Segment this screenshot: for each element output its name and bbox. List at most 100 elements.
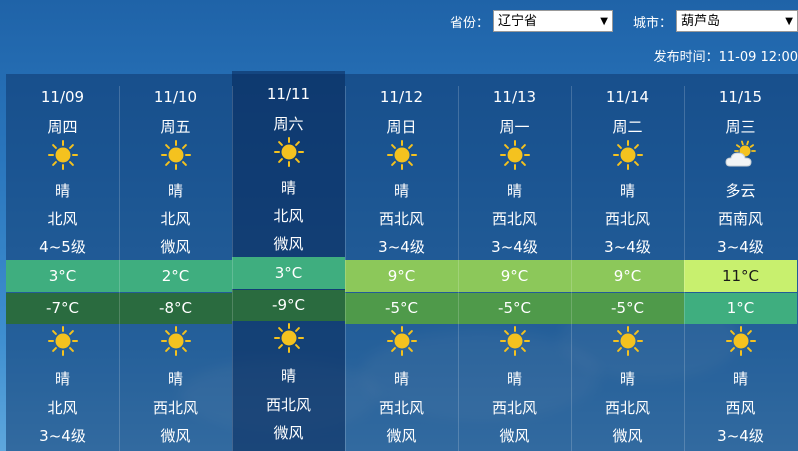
city-select[interactable]: 葫芦岛 ▼: [676, 10, 798, 32]
day-wind-direction: 北风: [273, 207, 304, 225]
day-wind-level: 4~5级: [39, 238, 86, 256]
night-wind-direction: 西北风: [604, 399, 650, 417]
weekday: 周一: [499, 118, 530, 136]
day-column: 11/12 周日晴西北风 3~4级 9°C -5°C 晴西北风 微风: [345, 74, 458, 451]
day-wind-level: 微风: [160, 238, 191, 256]
partly-cloudy-icon: [684, 140, 797, 170]
day-wind-direction: 西南风: [717, 210, 763, 228]
forecast-date: 11/13: [492, 88, 537, 106]
publish-time: 发布时间：11-09 12:00: [653, 50, 798, 65]
night-weather-desc: 晴: [167, 370, 183, 388]
low-temperature: -5°C: [345, 293, 458, 324]
sun-icon: [119, 326, 232, 356]
city-label: 城市：: [632, 15, 672, 31]
column-divider: [119, 86, 120, 451]
forecast-date: 11/09: [40, 88, 85, 106]
weekday: 周四: [47, 118, 78, 136]
forecast-date: 11/12: [379, 88, 424, 106]
sun-icon: [345, 326, 458, 356]
location-selector: 省份： 辽宁省 ▼ 城市： 葫芦岛 ▼: [450, 8, 798, 34]
day-weather-desc: 晴: [506, 182, 522, 200]
province-label: 省份：: [449, 15, 489, 31]
day-wind-level: 微风: [273, 235, 304, 253]
low-temperature: -7°C: [6, 293, 119, 324]
high-temperature: 2°C: [119, 260, 232, 292]
day-weather-desc: 晴: [619, 182, 635, 200]
night-wind-direction: 西风: [725, 399, 756, 417]
sun-icon: [684, 326, 797, 356]
night-wind-level: 3~4级: [39, 427, 86, 445]
night-wind-direction: 西北风: [265, 396, 311, 414]
low-temperature: -8°C: [119, 293, 232, 324]
day-wind-direction: 北风: [160, 210, 191, 228]
day-column: 11/10 周五晴北风 微风 2°C -8°C 晴西北风 微风: [119, 74, 232, 451]
day-weather-desc: 多云: [725, 182, 756, 200]
forecast-date: 11/15: [718, 88, 763, 106]
forecast-date: 11/11: [266, 85, 311, 103]
night-weather-desc: 晴: [506, 370, 522, 388]
day-column: 11/15 周三 多云西南风 3~4级 11°C 1°C 晴西风 3~4级: [684, 74, 797, 451]
sun-icon: [571, 326, 684, 356]
city-value: 葫芦岛: [681, 14, 721, 29]
night-wind-direction: 西北风: [378, 399, 424, 417]
sun-icon: [119, 140, 232, 170]
sun-icon: [232, 137, 345, 167]
weekday: 周六: [273, 115, 304, 133]
night-wind-direction: 北风: [47, 399, 78, 417]
province-select[interactable]: 辽宁省 ▼: [492, 10, 613, 32]
day-wind-direction: 西北风: [378, 210, 424, 228]
night-wind-level: 微风: [273, 424, 304, 442]
night-weather-desc: 晴: [732, 370, 748, 388]
day-weather-desc: 晴: [393, 182, 409, 200]
dropdown-arrow-icon: ▼: [600, 16, 608, 27]
sun-icon: [571, 140, 684, 170]
forecast-date: 11/14: [605, 88, 650, 106]
low-temperature: -5°C: [458, 293, 571, 324]
sun-icon: [6, 326, 119, 356]
forecast-date: 11/10: [153, 88, 198, 106]
high-temperature: 11°C: [684, 260, 797, 292]
day-wind-level: 3~4级: [604, 238, 651, 256]
night-weather-desc: 晴: [619, 370, 635, 388]
high-temperature: 9°C: [458, 260, 571, 292]
night-wind-level: 微风: [612, 427, 643, 445]
night-weather-desc: 晴: [54, 370, 70, 388]
night-weather-desc: 晴: [280, 367, 296, 385]
day-column: 11/09 周四晴北风 4~5级 3°C -7°C 晴北风 3~4级: [6, 74, 119, 451]
low-temperature: -9°C: [232, 290, 345, 321]
sun-icon: [232, 323, 345, 353]
column-divider: [571, 86, 572, 451]
day-wind-level: 3~4级: [491, 238, 538, 256]
day-wind-level: 3~4级: [717, 238, 764, 256]
night-wind-level: 3~4级: [717, 427, 764, 445]
night-wind-direction: 西北风: [491, 399, 537, 417]
dropdown-arrow-icon: ▼: [785, 16, 793, 27]
sun-icon: [345, 140, 458, 170]
column-divider: [232, 86, 233, 451]
night-wind-direction: 西北风: [152, 399, 198, 417]
day-weather-desc: 晴: [280, 179, 296, 197]
day-weather-desc: 晴: [54, 182, 70, 200]
day-wind-direction: 北风: [47, 210, 78, 228]
high-temperature: 9°C: [571, 260, 684, 292]
night-wind-level: 微风: [160, 427, 191, 445]
high-temperature: 3°C: [232, 257, 345, 289]
day-column: 11/14 周二晴西北风 3~4级 9°C -5°C 晴西北风 微风: [571, 74, 684, 451]
weekday: 周五: [160, 118, 191, 136]
weekday: 周三: [725, 118, 756, 136]
night-wind-level: 微风: [499, 427, 530, 445]
weekday: 周二: [612, 118, 643, 136]
high-temperature: 3°C: [6, 260, 119, 292]
night-weather-desc: 晴: [393, 370, 409, 388]
day-column: 11/13 周一晴西北风 3~4级 9°C -5°C 晴西北风 微风: [458, 74, 571, 451]
high-temperature: 9°C: [345, 260, 458, 292]
day-weather-desc: 晴: [167, 182, 183, 200]
day-column: 11/11 周六晴北风 微风 3°C -9°C 晴西北风 微风: [232, 71, 345, 451]
province-value: 辽宁省: [497, 14, 537, 29]
low-temperature: 1°C: [684, 293, 797, 324]
sun-icon: [458, 326, 571, 356]
low-temperature: -5°C: [571, 293, 684, 324]
column-divider: [345, 86, 346, 451]
sun-icon: [6, 140, 119, 170]
day-wind-level: 3~4级: [378, 238, 425, 256]
